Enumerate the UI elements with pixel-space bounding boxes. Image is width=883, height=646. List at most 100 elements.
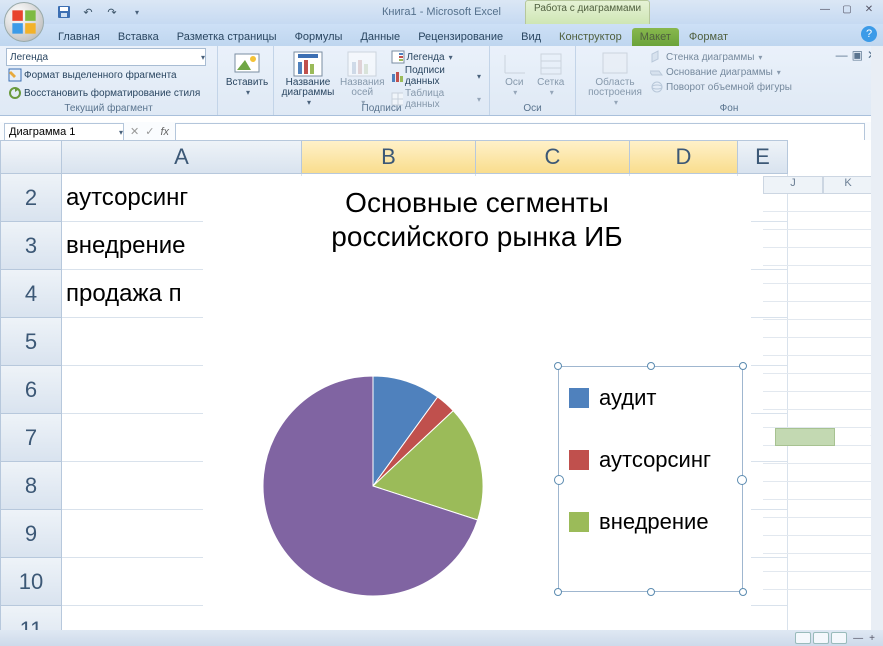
row-header-2[interactable]: 2 bbox=[0, 174, 62, 222]
row-header-10[interactable]: 10 bbox=[0, 558, 62, 606]
tab-design[interactable]: Конструктор bbox=[551, 28, 630, 46]
office-button[interactable] bbox=[4, 2, 44, 42]
legend-swatch-icon bbox=[569, 512, 589, 532]
chart-tools-caption: Работа с диаграммами bbox=[525, 0, 650, 24]
col-header-d[interactable]: D bbox=[630, 140, 738, 174]
chart-title[interactable]: Основные сегменты российского рынка ИБ bbox=[203, 176, 751, 257]
chart-element-picker[interactable]: Легенда bbox=[6, 48, 206, 66]
row-header-3[interactable]: 3 bbox=[0, 222, 62, 270]
chart-floor-label: Основание диаграммы bbox=[666, 67, 773, 78]
legend-swatch-icon bbox=[569, 450, 589, 470]
pie-svg bbox=[253, 366, 493, 606]
undo-icon[interactable]: ↶ bbox=[78, 3, 98, 21]
data-labels-label: Подписи данных bbox=[405, 65, 473, 87]
tab-insert[interactable]: Вставка bbox=[110, 28, 167, 46]
legend-button[interactable]: Легенда bbox=[389, 50, 483, 64]
axes-icon bbox=[500, 50, 528, 78]
qat-customize-icon[interactable] bbox=[126, 3, 146, 21]
chart-wall-label: Стенка диаграммы bbox=[666, 52, 754, 63]
rotation-3d-icon bbox=[650, 80, 664, 94]
doc-restore-button[interactable]: ▣ bbox=[852, 48, 863, 62]
row-header-8[interactable]: 8 bbox=[0, 462, 62, 510]
chart-wall-button: Стенка диаграммы bbox=[648, 50, 794, 64]
tab-formulas[interactable]: Формулы bbox=[287, 28, 351, 46]
vertical-scrollbar[interactable] bbox=[871, 46, 883, 630]
tab-view[interactable]: Вид bbox=[513, 28, 549, 46]
secondary-sheet-strip: J K Ан bbox=[763, 176, 883, 616]
formula-input[interactable] bbox=[175, 123, 865, 141]
insert-button[interactable]: Вставить bbox=[224, 48, 270, 100]
highlighted-cell[interactable] bbox=[775, 428, 835, 446]
reset-style-button[interactable]: Восстановить форматирование стиля bbox=[6, 84, 211, 102]
legend-item-внедрение[interactable]: внедрение bbox=[559, 491, 742, 553]
chevron-down-icon bbox=[775, 67, 781, 78]
maximize-button[interactable]: ▢ bbox=[837, 2, 857, 16]
view-normal-button[interactable] bbox=[795, 632, 811, 644]
axis-titles-button: Названия осей bbox=[336, 48, 389, 110]
chart-floor-icon bbox=[650, 65, 664, 79]
tab-format[interactable]: Формат bbox=[681, 28, 736, 46]
legend-item-аутсорсинг[interactable]: аутсорсинг bbox=[559, 429, 742, 491]
quick-access-toolbar: ↶ ↷ bbox=[54, 3, 146, 21]
chart-legend[interactable]: аудитаутсорсингвнедрение bbox=[558, 366, 743, 592]
view-layout-button[interactable] bbox=[813, 632, 829, 644]
chart-title-button[interactable]: Название диаграммы bbox=[280, 48, 336, 110]
row-header-11[interactable]: 11 bbox=[0, 606, 62, 630]
name-box[interactable]: Диаграмма 1 bbox=[4, 123, 124, 141]
tab-home[interactable]: Главная bbox=[50, 28, 108, 46]
select-all-corner[interactable] bbox=[0, 140, 62, 174]
zoom-out-button[interactable]: — bbox=[853, 633, 863, 644]
plot-area-label: Область построения bbox=[586, 78, 644, 98]
format-selection-button[interactable]: Формат выделенного фрагмента bbox=[6, 66, 211, 84]
row-header-5[interactable]: 5 bbox=[0, 318, 62, 366]
data-labels-icon bbox=[391, 69, 403, 83]
legend-label: Легенда bbox=[407, 52, 445, 63]
data-labels-button[interactable]: Подписи данных bbox=[389, 65, 483, 87]
col-header-e[interactable]: E bbox=[738, 140, 788, 174]
legend-item-аудит[interactable]: аудит bbox=[559, 367, 742, 429]
title-bar: ↶ ↷ Книга1 - Microsoft Excel Работа с ди… bbox=[0, 0, 883, 24]
zoom-in-button[interactable]: + bbox=[869, 633, 875, 644]
row-header-4[interactable]: 4 bbox=[0, 270, 62, 318]
close-button[interactable]: ✕ bbox=[859, 2, 879, 16]
help-icon[interactable]: ? bbox=[861, 26, 877, 42]
row-header-7[interactable]: 7 bbox=[0, 414, 62, 462]
format-selection-icon bbox=[8, 68, 22, 82]
chart-title-label: Название диаграммы bbox=[282, 78, 335, 98]
col-header-c[interactable]: C bbox=[476, 140, 630, 174]
group-label-labels: Подписи bbox=[274, 103, 489, 114]
axis-titles-label: Названия осей bbox=[340, 78, 385, 98]
gridlines-label: Сетка bbox=[537, 78, 564, 88]
minimize-button[interactable]: — bbox=[815, 2, 835, 16]
col-header-k[interactable]: K bbox=[823, 176, 873, 194]
axis-titles-icon bbox=[346, 50, 378, 78]
col-header-j[interactable]: J bbox=[763, 176, 823, 194]
cancel-formula-icon[interactable]: ✕ bbox=[130, 125, 139, 138]
redo-icon[interactable]: ↷ bbox=[102, 3, 122, 21]
row-header-6[interactable]: 6 bbox=[0, 366, 62, 414]
save-icon[interactable] bbox=[54, 3, 74, 21]
pie-chart[interactable] bbox=[253, 366, 493, 611]
tab-data[interactable]: Данные bbox=[352, 28, 408, 46]
fx-icon[interactable]: fx bbox=[160, 126, 169, 138]
doc-minimize-button[interactable]: — bbox=[836, 48, 848, 62]
chevron-down-icon bbox=[756, 52, 762, 63]
col-header-b[interactable]: B bbox=[302, 140, 476, 174]
chart-object[interactable]: Основные сегменты российского рынка ИБ а… bbox=[203, 176, 751, 632]
group-label-selection: Текущий фрагмент bbox=[0, 103, 217, 114]
ribbon-group-selection: Легенда Формат выделенного фрагмента Вос… bbox=[0, 46, 218, 115]
tab-review[interactable]: Рецензирование bbox=[410, 28, 511, 46]
chart-title-line1: Основные сегменты bbox=[345, 187, 609, 218]
view-pagebreak-button[interactable] bbox=[831, 632, 847, 644]
reset-style-icon bbox=[8, 86, 22, 100]
accept-formula-icon[interactable]: ✓ bbox=[145, 125, 154, 138]
row-header-9[interactable]: 9 bbox=[0, 510, 62, 558]
tab-layout[interactable]: Макет bbox=[632, 28, 679, 46]
ribbon-group-labels: Название диаграммы Названия осей Легенда… bbox=[274, 46, 490, 115]
tab-page-layout[interactable]: Разметка страницы bbox=[169, 28, 285, 46]
chevron-down-icon bbox=[475, 71, 481, 82]
col-header-a[interactable]: A bbox=[62, 140, 302, 174]
rotation-3d-button: Поворот объемной фигуры bbox=[648, 80, 794, 94]
column-headers: A B C D E bbox=[0, 140, 871, 174]
ribbon-group-insert: Вставить bbox=[218, 46, 274, 115]
